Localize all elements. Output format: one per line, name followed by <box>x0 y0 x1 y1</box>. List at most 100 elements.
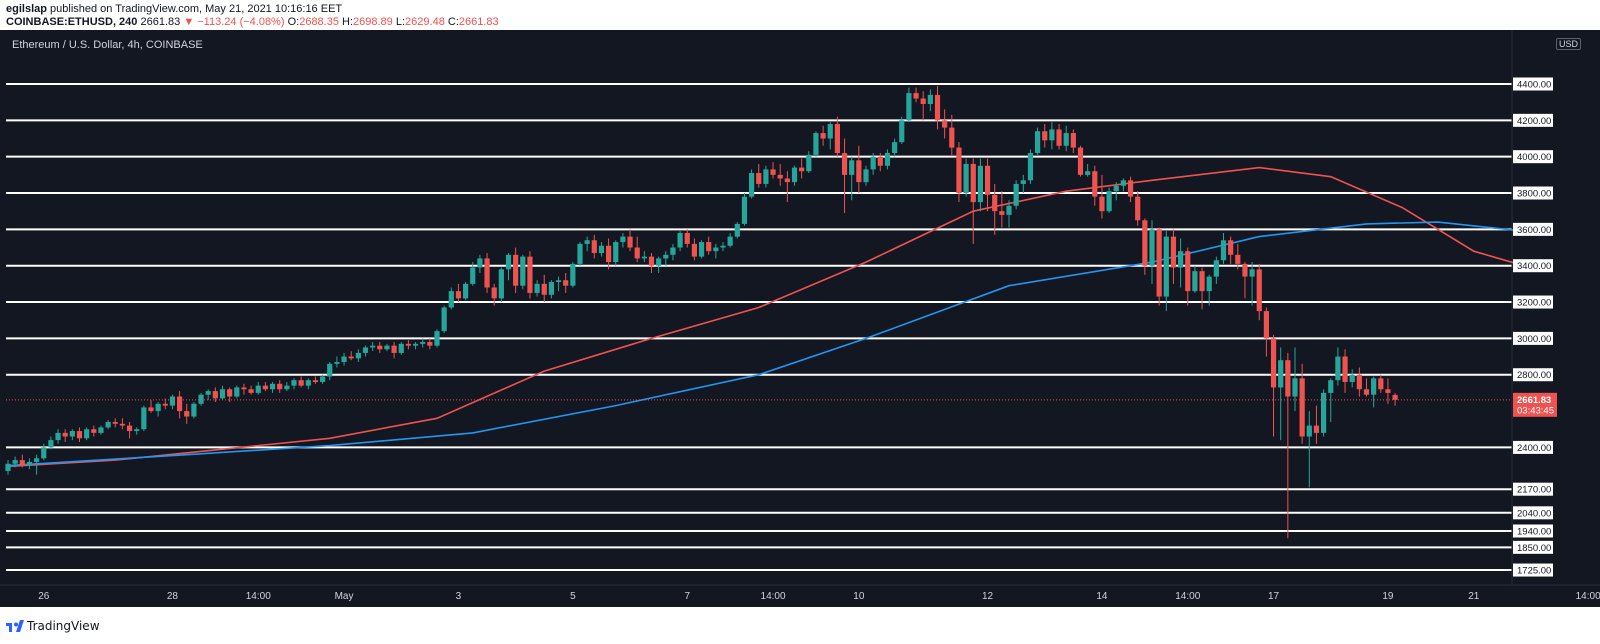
candle-body <box>1063 133 1069 146</box>
time-axis-label: 12 <box>982 591 994 602</box>
candle-body <box>1056 129 1062 146</box>
candle-body <box>856 160 862 183</box>
candle <box>734 222 740 239</box>
candle-body <box>763 169 769 184</box>
currency-badge[interactable]: USD <box>1556 38 1582 50</box>
chart-area[interactable]: 4400.00 4200.00 4000.00 3800.00 3600.00 3400.… <box>0 30 1600 607</box>
candle-body <box>420 342 426 344</box>
candle-body <box>1106 191 1112 212</box>
candle-body <box>799 167 805 172</box>
candle-body <box>1349 374 1355 382</box>
candle-body <box>498 269 504 299</box>
publish-line: egilslap published on TradingView.com, M… <box>6 3 342 15</box>
candle-body <box>999 211 1005 215</box>
candle-body <box>663 254 669 259</box>
chart-background <box>0 30 1600 607</box>
candle-body <box>806 154 812 172</box>
open-value: 2688.35 <box>299 16 339 28</box>
candle-body <box>255 385 261 393</box>
candle-body <box>741 196 748 224</box>
candle <box>498 267 504 303</box>
candle-body <box>1013 183 1019 206</box>
price-chart[interactable]: 4400.00 4200.00 4000.00 3800.00 3600.00 3400.… <box>0 30 1600 607</box>
candle <box>1156 227 1162 306</box>
tradingview-brand[interactable]: TradingView <box>27 619 100 633</box>
candle-body <box>219 389 226 399</box>
candle-body <box>484 258 490 288</box>
candle <box>484 252 490 293</box>
price-axis-label: 1940.00 <box>1517 526 1551 537</box>
candle-body <box>749 173 755 197</box>
tradingview-logo-icon[interactable] <box>6 619 24 633</box>
candle <box>463 282 469 301</box>
candle-body <box>513 254 519 286</box>
candle-body <box>1120 180 1126 186</box>
candle-body <box>1035 131 1041 154</box>
candle-body <box>584 240 590 244</box>
candle-body <box>541 283 547 295</box>
candle-body <box>248 389 254 393</box>
candle-body <box>1321 392 1327 433</box>
price-axis-label: 4400.00 <box>1517 80 1551 91</box>
candle-body <box>984 165 991 195</box>
candle-body <box>119 423 125 426</box>
candle-body <box>1385 389 1391 393</box>
candle-body <box>277 383 283 390</box>
candle <box>1013 180 1019 210</box>
candle-body <box>177 396 183 412</box>
candle-body <box>12 460 18 464</box>
candle-body <box>992 194 998 212</box>
candle-body <box>670 247 676 255</box>
candle-body <box>777 174 783 179</box>
candle-body <box>906 93 912 121</box>
candle <box>441 305 447 333</box>
time-axis-label: 7 <box>684 591 690 602</box>
candle <box>527 251 533 299</box>
candle-body <box>913 93 919 99</box>
publisher-name[interactable]: egilslap <box>6 3 47 15</box>
candle-body <box>76 431 83 439</box>
candle-body <box>1363 389 1370 395</box>
candle-body <box>841 153 848 175</box>
candle-body <box>491 287 497 299</box>
candle <box>1035 127 1041 155</box>
candle-body <box>1342 356 1348 382</box>
candle-body <box>713 247 719 252</box>
candle <box>577 242 583 266</box>
candle-body <box>620 236 626 243</box>
candle-body <box>1249 269 1255 277</box>
candle <box>570 262 576 288</box>
published-text: published on TradingView.com, May 21, 20… <box>50 3 343 15</box>
candle-body <box>198 394 204 404</box>
candle-body <box>598 245 605 253</box>
candle-body <box>1256 269 1262 312</box>
candle-body <box>1270 338 1277 388</box>
price-axis-label: 2400.00 <box>1517 443 1551 454</box>
candle-body <box>1085 171 1091 175</box>
countdown-label: 03:43:45 <box>1517 405 1554 416</box>
candle <box>963 158 969 197</box>
candle-body <box>169 396 176 406</box>
candle-body <box>1149 229 1155 266</box>
candle-body <box>684 232 690 244</box>
candle-body <box>1285 360 1291 397</box>
low-label: L: <box>395 16 406 28</box>
candle-body <box>1278 360 1284 388</box>
candle-body <box>41 447 47 459</box>
symbol-line: COINBASE:ETHUSD, 240 2661.83 ▼ −113.24 (… <box>6 16 499 28</box>
price-axis-label: 2800.00 <box>1517 370 1551 381</box>
candle-body <box>877 156 883 166</box>
candle-body <box>234 387 240 397</box>
time-axis-label: 14:00 <box>246 591 271 602</box>
candle-body <box>320 376 326 382</box>
price-axis-label: 1850.00 <box>1517 543 1551 554</box>
candle-body <box>648 256 655 266</box>
candle-body <box>19 460 25 466</box>
candle-body <box>162 403 168 406</box>
candle-body <box>5 463 11 472</box>
candle-body <box>1092 171 1098 197</box>
candle <box>434 329 440 348</box>
candle-body <box>155 403 161 412</box>
candle-body <box>212 391 218 399</box>
last-price: 2661.83 <box>140 16 181 28</box>
